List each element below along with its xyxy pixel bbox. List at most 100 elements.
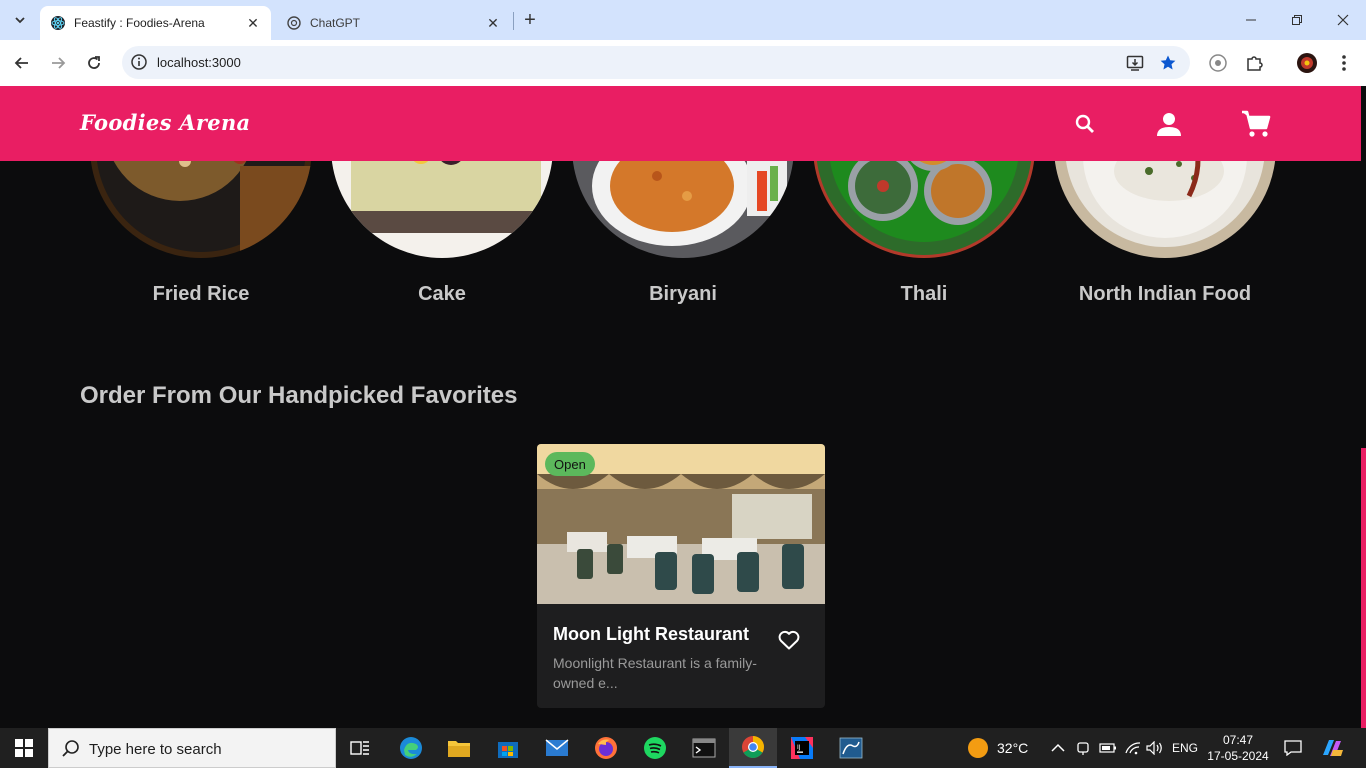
browser-toolbar: localhost:3000 [0,40,1366,86]
mysql-workbench-icon [839,737,863,759]
restaurant-name[interactable]: Moon Light Restaurant [553,624,749,645]
close-window-button[interactable] [1320,0,1366,40]
notifications-button[interactable] [1284,728,1302,768]
restaurant-card[interactable]: Open Moon Light Restaurant Moonlight Res… [537,444,825,708]
new-tab-button[interactable]: + [518,8,542,32]
weather-widget[interactable]: 32°C [967,728,1028,768]
taskbar-search-placeholder[interactable]: Type here to search [89,741,222,758]
tab-separator [513,12,514,30]
profile-avatar[interactable] [1296,52,1318,74]
windows-taskbar: Type here to search IJ 32°C ENG 07:47 17… [0,728,1366,768]
arrow-right-icon [52,57,66,69]
category-label: North Indian Food [1078,283,1252,305]
favorite-heart-icon[interactable] [777,628,801,652]
clock-time: 07:47 [1222,733,1254,747]
store-taskbar-button[interactable] [484,728,532,768]
close-tab-icon[interactable]: ✕ [483,13,503,33]
file-explorer-taskbar-button[interactable] [435,728,483,768]
chatgpt-icon [286,15,302,31]
tab-title: ChatGPT [310,16,361,30]
forward-button[interactable] [46,51,70,75]
install-app-icon[interactable] [1125,53,1145,73]
show-hidden-icons-button[interactable] [1051,728,1065,768]
windows-logo-icon [15,739,33,757]
mysql-workbench-taskbar-button[interactable] [827,728,875,768]
firefox-taskbar-button[interactable] [582,728,630,768]
bookmark-star-icon[interactable] [1158,53,1178,73]
clock-date: 17-05-2024 [1207,749,1269,763]
category-label: Biryani [649,283,717,305]
spotify-icon [644,737,666,759]
restore-icon [1292,15,1302,25]
spotify-taskbar-button[interactable] [631,728,679,768]
app-logo[interactable]: Foodies Arena [80,110,250,135]
arrow-left-icon [14,57,28,69]
close-icon [1337,14,1349,26]
taskbar-search[interactable]: Type here to search [48,728,336,768]
category-label: Fried Rice [152,283,250,305]
mail-icon [545,739,569,756]
firefox-icon [595,737,617,759]
back-button[interactable] [10,51,34,75]
restaurant-description: Moonlight Restaurant is a family-owned e… [553,655,757,691]
browser-tab-strip: Feastify : Foodies-Arena ✕ ChatGPT ✕ + [0,0,1366,40]
extensions-puzzle-icon[interactable] [1243,52,1265,74]
site-info-icon[interactable] [130,53,148,71]
folder-icon [448,741,470,757]
task-view-icon [350,741,369,755]
svg-text:IJ: IJ [797,744,801,751]
search-icon[interactable] [1070,109,1100,139]
terminal-icon [692,738,716,758]
terminal-taskbar-button[interactable] [680,728,728,768]
restore-button[interactable] [1274,0,1320,40]
sun-icon [968,738,988,758]
address-bar[interactable]: localhost:3000 [122,46,1190,79]
mail-taskbar-button[interactable] [533,728,581,768]
minimize-icon [1246,19,1256,21]
battery-icon[interactable] [1099,728,1117,768]
input-language[interactable]: ENG [1172,728,1198,768]
intellij-taskbar-button[interactable]: IJ [778,728,826,768]
category-label: Cake [418,283,466,305]
status-badge: Open [545,452,595,476]
meet-now-icon[interactable] [1076,728,1090,768]
tab-title: Feastify : Foodies-Arena [74,16,205,30]
volume-icon[interactable] [1146,728,1164,768]
taskbar-clock[interactable]: 07:47 17-05-2024 [1200,732,1276,764]
account-icon[interactable] [1154,109,1184,139]
category-label: Thali [900,283,948,305]
edge-icon [400,737,422,759]
cart-icon[interactable] [1241,109,1271,139]
scrollbar-thumb[interactable] [1361,448,1366,728]
tab-chatgpt[interactable]: ChatGPT ✕ [276,6,511,40]
tab-search-menu-button[interactable] [8,8,32,32]
tab-feastify[interactable]: Feastify : Foodies-Arena ✕ [40,6,271,40]
chrome-taskbar-button[interactable] [729,728,777,768]
close-tab-icon[interactable]: ✕ [243,13,263,33]
chevron-up-icon [1051,743,1065,752]
reload-icon [88,56,100,69]
app-header: Foodies Arena [0,86,1361,161]
edge-taskbar-button[interactable] [387,728,435,768]
url-text[interactable]: localhost:3000 [157,55,241,70]
section-title: Order From Our Handpicked Favorites [80,382,518,409]
reload-button[interactable] [82,51,106,75]
store-icon [498,742,518,758]
more-menu-icon[interactable] [1333,52,1355,74]
page-scrollbar[interactable] [1361,86,1366,728]
copilot-button[interactable] [1320,728,1344,768]
chevron-down-icon [15,17,25,24]
search-icon [62,740,79,757]
extension-icon[interactable] [1207,52,1229,74]
chrome-icon [742,736,764,758]
notification-icon [1284,740,1302,756]
copilot-icon [1323,740,1343,756]
start-button[interactable] [0,728,48,768]
intellij-icon: IJ [791,737,813,759]
minimize-button[interactable] [1228,0,1274,40]
restaurant-image[interactable]: Open [537,444,825,604]
wifi-icon[interactable] [1124,728,1142,768]
task-view-button[interactable] [336,728,384,768]
temperature: 32°C [997,740,1029,756]
react-icon [50,15,66,31]
